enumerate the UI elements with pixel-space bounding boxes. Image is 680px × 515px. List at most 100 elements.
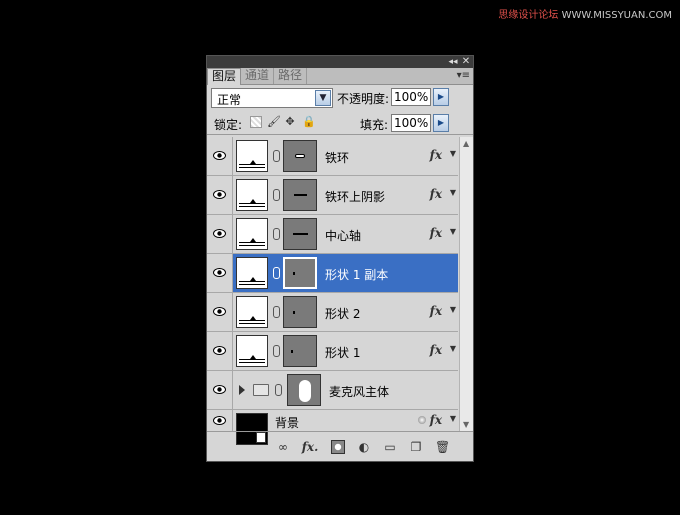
chevron-down-icon[interactable]: ▼ [450, 414, 456, 423]
chain-link-icon[interactable] [273, 228, 280, 240]
eye-icon [213, 151, 226, 160]
blend-row: 正常 ▼ 不透明度: 100% ▶ [207, 85, 473, 111]
layer-name: 中心轴 [325, 229, 362, 243]
chain-link-icon[interactable] [273, 267, 280, 279]
folder-icon [253, 384, 269, 396]
watermark-url: WWW.MISSYUAN.COM [561, 10, 672, 21]
fx-icon[interactable]: fx [430, 413, 442, 427]
fx-icon[interactable]: fx [430, 148, 442, 162]
layer-list: 铁环 fx ▼ 铁环上阴影 fx ▼ 中心轴 fx ▼ 形状 1 副本 形状 2… [207, 137, 473, 445]
opacity-input[interactable]: 100% [391, 88, 431, 106]
layer-row-background[interactable]: 背景 fx ▼ [207, 410, 458, 445]
lock-icon [418, 416, 426, 424]
move-icon[interactable]: ✥ [284, 116, 296, 128]
expand-triangle-icon[interactable] [239, 385, 245, 395]
vector-mask-thumbnail [283, 335, 317, 367]
fill-slider-button[interactable]: ▶ [433, 114, 449, 132]
panel-tabs: 图层 通道 路径 ▾≡ [207, 68, 473, 85]
layer-row[interactable]: 形状 2 fx ▼ [207, 293, 458, 332]
visibility-toggle[interactable] [207, 371, 233, 409]
eye-icon [213, 229, 226, 238]
close-icon[interactable]: ✕ [460, 56, 472, 68]
chain-link-icon[interactable] [273, 345, 280, 357]
visibility-toggle[interactable] [207, 254, 233, 292]
layer-row[interactable]: 铁环 fx ▼ [207, 137, 458, 176]
chevron-down-icon[interactable]: ▼ [450, 344, 456, 353]
fx-icon[interactable]: fx [430, 187, 442, 201]
vector-mask-thumbnail [283, 296, 317, 328]
brush-icon[interactable]: 🖌 [267, 116, 281, 128]
vector-mask-thumbnail [283, 218, 317, 250]
blend-mode-value: 正常 [217, 93, 242, 107]
layer-thumbnail [236, 296, 268, 328]
visibility-toggle[interactable] [207, 293, 233, 331]
layer-name: 铁环 [325, 151, 350, 165]
link-layers-icon[interactable]: ∞ [275, 440, 291, 454]
chevron-down-icon[interactable]: ▼ [450, 149, 456, 158]
visibility-toggle[interactable] [207, 137, 233, 175]
vector-mask-thumbnail [283, 140, 317, 172]
layer-name: 形状 2 [325, 307, 361, 321]
chevron-down-icon[interactable]: ▼ [450, 305, 456, 314]
chevron-down-icon[interactable]: ▼ [450, 227, 456, 236]
opacity-label: 不透明度: [337, 92, 390, 106]
fx-icon[interactable]: fx [430, 304, 442, 318]
chevron-down-icon[interactable]: ▼ [450, 188, 456, 197]
blend-mode-select[interactable]: 正常 ▼ [211, 88, 333, 108]
visibility-toggle[interactable] [207, 215, 233, 253]
collapse-icon[interactable]: ◂◂ [447, 56, 459, 68]
layer-thumbnail [236, 218, 268, 250]
visibility-toggle[interactable] [207, 410, 233, 431]
panel-titlebar: ◂◂ ✕ [207, 56, 473, 68]
vector-mask-thumbnail [283, 179, 317, 211]
eye-icon [213, 416, 226, 425]
eye-icon [213, 346, 226, 355]
layer-thumbnail [236, 257, 268, 289]
adjustment-layer-icon[interactable]: ◐ [357, 440, 371, 454]
scroll-up-icon[interactable]: ▲ [463, 139, 469, 148]
eye-icon [213, 268, 226, 277]
eye-icon [213, 190, 226, 199]
layer-group-row[interactable]: 麦克风主体 [207, 371, 458, 410]
lock-icon[interactable]: 🔒 [302, 116, 316, 128]
fx-icon[interactable]: fx [430, 343, 442, 357]
layer-name: 形状 1 副本 [325, 268, 389, 282]
vector-mask-thumbnail [283, 257, 317, 289]
fill-label: 填充: [360, 118, 389, 132]
eye-icon [213, 307, 226, 316]
fx-icon[interactable]: fx. [301, 440, 319, 454]
chain-link-icon[interactable] [273, 189, 280, 201]
layer-row-selected[interactable]: 形状 1 副本 [207, 254, 458, 293]
layer-row[interactable]: 铁环上阴影 fx ▼ [207, 176, 458, 215]
layer-row[interactable]: 中心轴 fx ▼ [207, 215, 458, 254]
layer-thumbnail [236, 335, 268, 367]
watermark-site: 思缘设计论坛 [498, 10, 559, 21]
panel-menu-icon[interactable]: ▾≡ [457, 70, 470, 81]
fill-input[interactable]: 100% [391, 114, 431, 132]
visibility-toggle[interactable] [207, 176, 233, 214]
layer-row[interactable]: 形状 1 fx ▼ [207, 332, 458, 371]
tab-paths[interactable]: 路径 [274, 68, 308, 84]
chain-link-icon[interactable] [275, 384, 282, 396]
scroll-down-icon[interactable]: ▼ [463, 420, 469, 429]
lock-transparent-icon[interactable] [250, 116, 262, 128]
fx-icon[interactable]: fx [430, 226, 442, 240]
panel-footer: ∞ fx. ◐ ▭ ❐ 🗑 [207, 431, 473, 461]
new-group-icon[interactable]: ▭ [383, 440, 397, 454]
tab-channels[interactable]: 通道 [241, 68, 275, 84]
group-mask-thumbnail [287, 374, 321, 406]
lock-row: 锁定: 🖌 ✥ 🔒 填充: 100% ▶ [207, 111, 473, 135]
visibility-toggle[interactable] [207, 332, 233, 370]
add-mask-icon[interactable] [331, 440, 345, 454]
trash-icon[interactable]: 🗑 [435, 440, 450, 454]
new-layer-icon[interactable]: ❐ [409, 440, 423, 454]
watermark: 思缘设计论坛 WWW.MISSYUAN.COM [498, 6, 672, 21]
chain-link-icon[interactable] [273, 306, 280, 318]
lock-label: 锁定: [214, 118, 243, 132]
chain-link-icon[interactable] [273, 150, 280, 162]
chevron-down-icon[interactable]: ▼ [315, 90, 331, 106]
opacity-slider-button[interactable]: ▶ [433, 88, 449, 106]
tab-layers[interactable]: 图层 [207, 68, 242, 85]
layer-thumbnail [236, 140, 268, 172]
layer-list-scrollbar[interactable]: ▲ ▼ [459, 137, 473, 431]
